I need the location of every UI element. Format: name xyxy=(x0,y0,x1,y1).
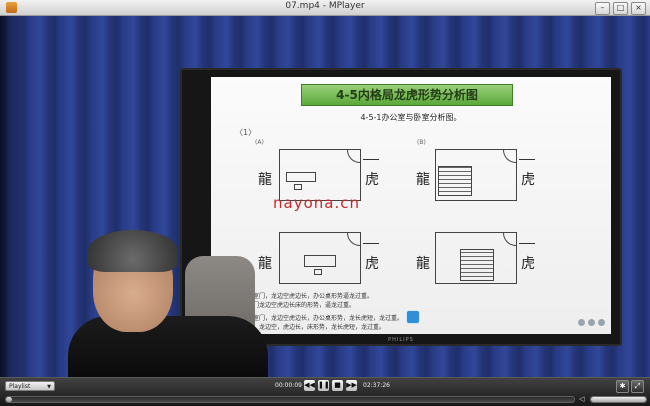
tiger-label: 虎 xyxy=(521,172,535,188)
slide-number: 〈1〉 xyxy=(235,128,257,137)
desk xyxy=(304,255,336,267)
door-arc xyxy=(347,232,361,246)
tiger-label: 虎 xyxy=(521,256,535,272)
blue-overlay-button[interactable] xyxy=(406,310,420,324)
close-button[interactable]: × xyxy=(631,2,646,15)
figure-b-label: (B) xyxy=(417,139,426,146)
nav-dot xyxy=(578,319,585,326)
slide-title: 4-5内格局龙虎形势分析图 xyxy=(301,84,513,106)
chair xyxy=(294,184,302,190)
divider-line xyxy=(519,243,535,244)
presenter xyxy=(68,230,278,377)
volume-slider[interactable] xyxy=(590,396,647,403)
desk xyxy=(286,172,316,182)
stop-icon[interactable]: ■ xyxy=(332,380,343,391)
slide-nav-dots xyxy=(578,319,605,326)
pause-icon[interactable]: ❚❚ xyxy=(318,380,330,391)
seek-bar-fill xyxy=(6,397,12,402)
bed xyxy=(438,166,472,196)
bed xyxy=(460,249,494,281)
chair xyxy=(314,269,322,275)
divider-line xyxy=(363,243,379,244)
video-area[interactable]: 4-5内格局龙虎形势分析图 4-5-1办公室与卧室分析图。 〈1〉 (A) (B… xyxy=(0,16,650,377)
slide-subtitle: 4-5-1办公室与卧室分析图。 xyxy=(360,113,462,122)
watermark: nayona.cn xyxy=(273,194,360,212)
minimize-button[interactable]: – xyxy=(595,2,610,15)
nav-dot xyxy=(598,319,605,326)
fast-forward-icon[interactable]: ▶▶ xyxy=(346,380,357,391)
door-arc xyxy=(503,149,517,163)
dragon-label: 龍 xyxy=(416,256,430,272)
nav-dot xyxy=(588,319,595,326)
window-controls: – □ × xyxy=(595,2,646,15)
chevron-down-icon: ▼ xyxy=(47,384,51,390)
dragon-label: 龍 xyxy=(258,172,272,188)
volume-icon[interactable]: ◁ xyxy=(579,395,584,403)
tiger-label: 虎 xyxy=(365,256,379,272)
presenter-body xyxy=(68,316,268,377)
tiger-label: 虎 xyxy=(365,172,379,188)
playlist-label: Playlist xyxy=(9,383,31,390)
fullscreen-icon[interactable]: ⤢ xyxy=(631,380,644,393)
divider-line xyxy=(363,159,379,160)
player-controls: Playlist ▼ 00:00:09 ◀◀ ❚❚ ■ ▶▶ 02:37:26 … xyxy=(0,377,650,406)
total-time: 02:37:26 xyxy=(363,382,390,389)
divider-line xyxy=(519,159,535,160)
window-title: 07.mp4 - MPlayer xyxy=(285,1,365,11)
door-arc xyxy=(503,232,517,246)
seek-bar[interactable] xyxy=(5,396,575,403)
window-title-bar: 07.mp4 - MPlayer – □ × xyxy=(0,0,650,16)
maximize-button[interactable]: □ xyxy=(613,2,628,15)
current-time: 00:00:09 xyxy=(275,382,302,389)
figure-a-label: (A) xyxy=(255,139,264,146)
curtain-shadow xyxy=(0,16,22,377)
settings-icon[interactable]: ✱ xyxy=(616,380,629,393)
office-room-c xyxy=(279,232,361,284)
door-arc xyxy=(347,149,361,163)
dragon-label: 龍 xyxy=(416,172,430,188)
rewind-icon[interactable]: ◀◀ xyxy=(304,380,315,391)
volume-fill xyxy=(591,397,646,402)
bedroom-room-b xyxy=(435,149,517,201)
presenter-hair xyxy=(88,230,178,272)
playlist-dropdown[interactable]: Playlist ▼ xyxy=(5,381,55,391)
bedroom-room-d xyxy=(435,232,517,284)
